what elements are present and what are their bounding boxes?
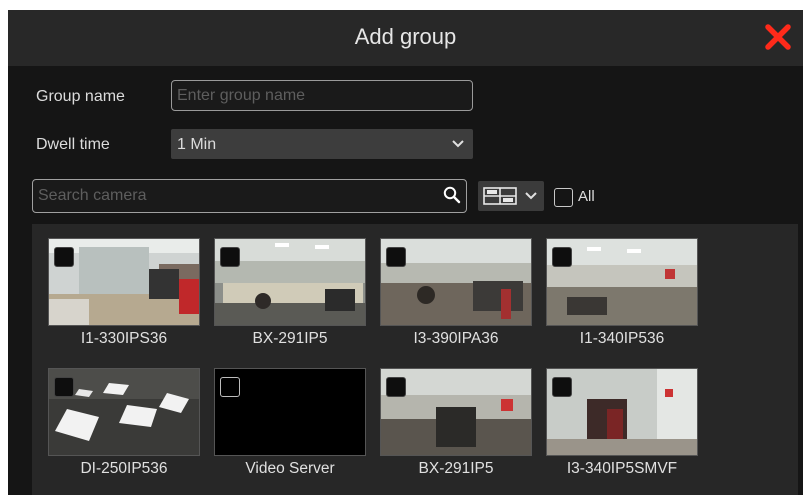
camera-thumbnail (546, 238, 698, 326)
camera-checkbox[interactable] (386, 377, 406, 397)
grid-view-icon (483, 187, 517, 205)
close-icon[interactable] (763, 22, 793, 52)
camera-grid: I1-330IPS36 BX-291IP5 I3-390IPA36 I1-340… (32, 224, 798, 495)
search-icon[interactable] (443, 186, 461, 204)
camera-thumbnail (546, 368, 698, 456)
chevron-down-icon (525, 192, 537, 200)
chevron-down-icon (452, 140, 464, 148)
camera-name: BX-291IP5 (252, 330, 328, 347)
dialog-title: Add group (354, 24, 457, 49)
group-name-input[interactable] (171, 80, 473, 111)
camera-checkbox[interactable] (552, 377, 572, 397)
camera-thumbnail (214, 368, 366, 456)
camera-thumbnail (380, 368, 532, 456)
camera-checkbox[interactable] (54, 247, 74, 267)
camera-checkbox[interactable] (386, 247, 406, 267)
select-all-checkbox[interactable] (554, 188, 573, 207)
camera-name: I1-340IP536 (579, 330, 665, 347)
camera-checkbox[interactable] (220, 247, 240, 267)
camera-name: I3-340IP5SMVF (566, 460, 678, 477)
group-name-label: Group name (36, 88, 125, 105)
camera-thumbnail (48, 238, 200, 326)
dwell-time-label: Dwell time (36, 136, 110, 153)
add-group-dialog: Add group Group name Dwell time 1 Min (8, 10, 803, 495)
dwell-time-value: 1 Min (177, 136, 217, 153)
camera-name: I1-330IPS36 (80, 330, 168, 347)
camera-name: DI-250IP536 (80, 460, 168, 477)
camera-thumbnail (48, 368, 200, 456)
view-mode-button[interactable] (478, 181, 544, 211)
select-all-label: All (578, 188, 595, 205)
camera-name: I3-390IPA36 (413, 330, 499, 347)
search-camera-input[interactable] (32, 179, 467, 213)
camera-name: BX-291IP5 (418, 460, 494, 477)
dialog-titlebar: Add group (8, 10, 803, 66)
camera-thumbnail (380, 238, 532, 326)
camera-name: Video Server (245, 460, 335, 477)
dwell-time-select[interactable]: 1 Min (171, 129, 473, 159)
camera-checkbox[interactable] (54, 377, 74, 397)
camera-checkbox[interactable] (220, 377, 240, 397)
camera-thumbnail (214, 238, 366, 326)
camera-checkbox[interactable] (552, 247, 572, 267)
